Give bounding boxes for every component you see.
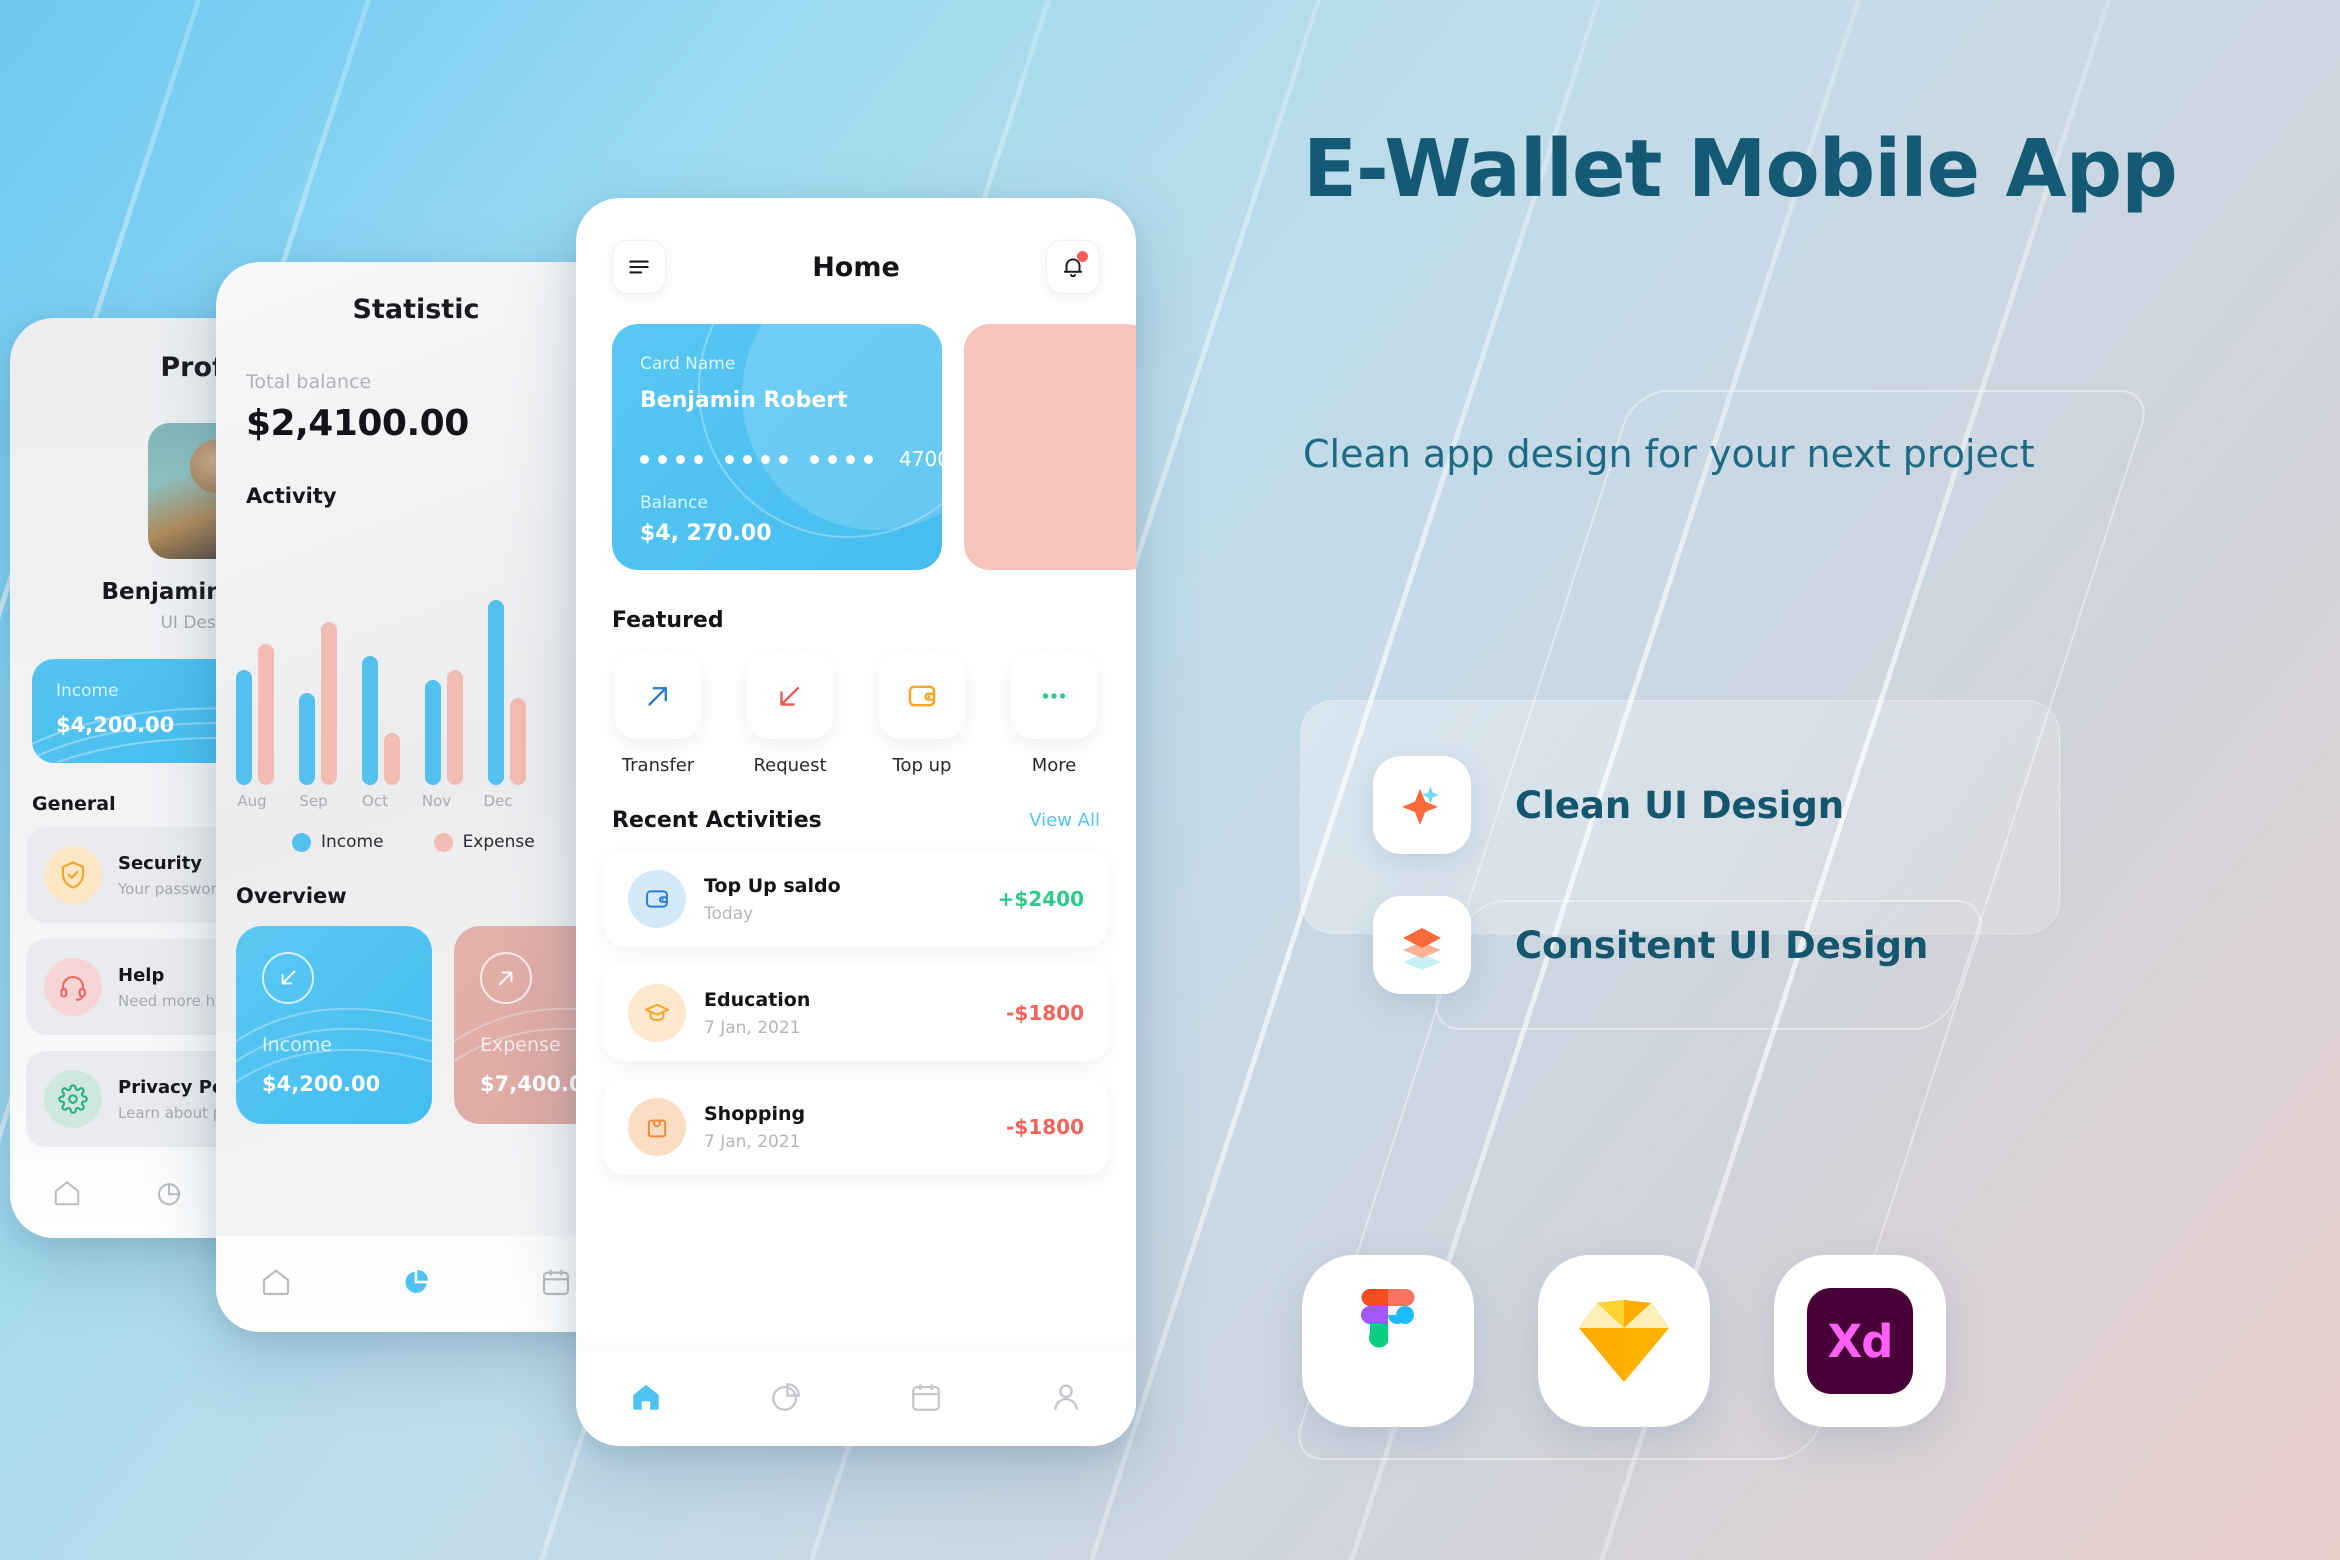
shopping-bag-icon [628, 1098, 686, 1156]
total-balance-value: $2,4100.00 [246, 403, 469, 444]
page-title: Statistic [352, 294, 480, 325]
notification-button[interactable] [1046, 240, 1100, 294]
menu-title: Security [118, 852, 203, 874]
sketch-logo [1538, 1255, 1710, 1427]
nav-item-home[interactable] [52, 1178, 82, 1212]
figma-glyph [1361, 1289, 1415, 1348]
feature-label: Consitent UI Design [1515, 923, 1929, 967]
activity-amount: -$1800 [1006, 1115, 1084, 1139]
arrow-down-left-icon [747, 653, 833, 739]
sparkle-icon [1373, 756, 1471, 854]
wallet-icon [628, 870, 686, 928]
featured-item-topup[interactable]: Top up [872, 653, 972, 776]
nav-item-calendar[interactable] [909, 1380, 943, 1418]
statistic-screen: Statistic Total balance $2,4100.00 Activ… [216, 262, 616, 1332]
feature-row-clean-ui: Clean UI Design [1373, 756, 1844, 854]
sketch-glyph [1579, 1300, 1669, 1382]
graduation-cap-icon [628, 984, 686, 1042]
recent-activities-header: Recent Activities View All [576, 776, 1136, 833]
nav-item-statistic[interactable] [769, 1380, 803, 1418]
headset-icon [44, 958, 102, 1016]
gear-icon [44, 1070, 102, 1128]
adobe-xd-text: Xd [1827, 1314, 1894, 1368]
card-carousel[interactable]: Card Name Benjamin Robert 4700 Balance $… [576, 294, 1136, 570]
featured-label-text: Top up [892, 755, 952, 776]
total-balance-label: Total balance [246, 371, 372, 393]
activity-title: Shopping [704, 1102, 806, 1125]
header: Home [576, 198, 1136, 294]
activity-row[interactable]: Education 7 Jan, 2021 -$1800 [604, 965, 1108, 1061]
hamburger-menu-button[interactable] [612, 240, 666, 294]
featured-label: Featured [612, 608, 724, 633]
nav-item-home[interactable] [629, 1380, 663, 1418]
featured-item-more[interactable]: More [1004, 653, 1104, 776]
bank-card[interactable]: Card Name Benjamin Robert 4700 Balance $… [612, 324, 942, 570]
arrow-up-right-icon [615, 653, 701, 739]
activity-date: 7 Jan, 2021 [704, 1131, 801, 1152]
featured-item-transfer[interactable]: Transfer [608, 653, 708, 776]
featured-item-request[interactable]: Request [740, 653, 840, 776]
sparkle-glyph [1402, 786, 1440, 825]
marketing-title: E-Wallet Mobile App [1303, 123, 2178, 215]
activity-label: Activity [246, 484, 337, 508]
featured-label-text: More [1031, 755, 1077, 776]
nav-item-profile[interactable] [1049, 1380, 1083, 1418]
layers-glyph [1403, 928, 1441, 970]
activity-amount: -$1800 [1006, 1001, 1084, 1025]
page-title: Home [812, 251, 900, 283]
recent-activities-label: Recent Activities [612, 808, 822, 833]
figma-logo [1302, 1255, 1474, 1427]
bank-card-secondary[interactable] [964, 324, 1136, 570]
hamburger-menu-icon [629, 260, 649, 274]
marketing-subtitle: Clean app design for your next project [1303, 432, 2035, 476]
nav-item-statistic[interactable] [154, 1178, 184, 1212]
wallet-icon [879, 653, 965, 739]
featured-label-text: Transfer [621, 755, 695, 776]
activity-amount: +$2400 [997, 887, 1084, 911]
activity-date: Today [704, 903, 754, 924]
activity-date: 7 Jan, 2021 [704, 1017, 801, 1038]
tool-logos: Xd [1302, 1255, 1946, 1427]
feature-label: Clean UI Design [1515, 783, 1845, 827]
feature-row-consistent-ui: Consitent UI Design [1373, 896, 1928, 994]
shield-check-icon [44, 846, 102, 904]
bottom-navigation [576, 1352, 1136, 1446]
home-screen: Home Card Name Benjamin Robert 4700 Bala… [576, 198, 1136, 1446]
ellipsis-icon [1011, 653, 1097, 739]
adobe-xd-logo: Xd [1774, 1255, 1946, 1427]
layers-icon [1373, 896, 1471, 994]
adobe-xd-tile: Xd [1807, 1288, 1913, 1394]
menu-subtitle: Your password [118, 879, 227, 898]
masked-digit-group [640, 454, 703, 464]
featured-label-text: Request [753, 755, 827, 776]
view-all-link[interactable]: View All [1029, 810, 1100, 831]
activity-title: Education [704, 988, 811, 1011]
featured-actions: Transfer Request Top up More [576, 633, 1136, 776]
activity-row[interactable]: Shopping 7 Jan, 2021 -$1800 [604, 1079, 1108, 1175]
activity-row[interactable]: Top Up saldo Today +$2400 [604, 851, 1108, 947]
notification-badge [1077, 251, 1088, 262]
activity-title: Top Up saldo [704, 874, 841, 897]
